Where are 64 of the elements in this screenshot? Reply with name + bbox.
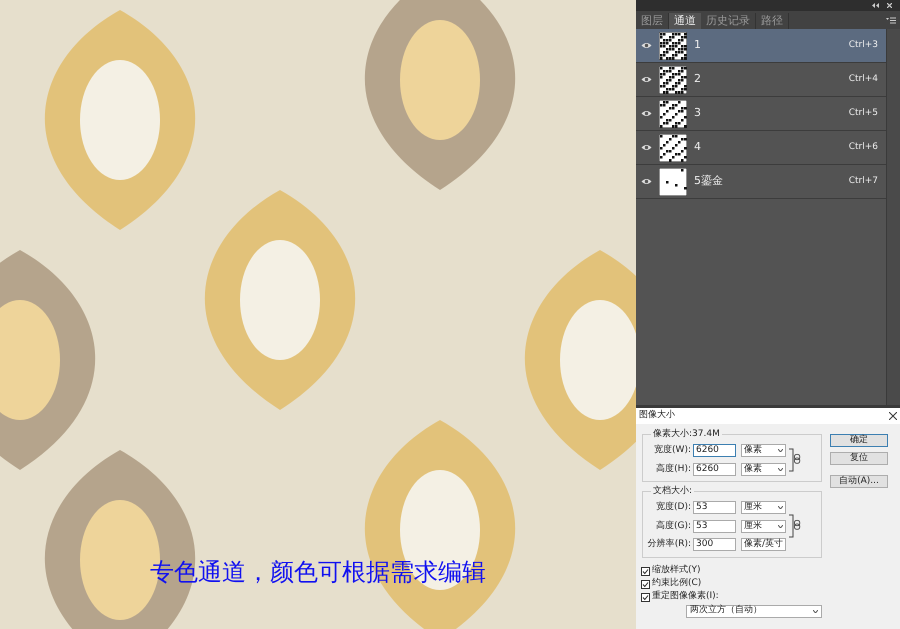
field-label: 高度(H):: [655, 462, 691, 476]
unit-select[interactable]: 像素: [741, 462, 786, 476]
link-icon[interactable]: [789, 448, 803, 472]
checkbox-label: 缩放样式(Y): [652, 564, 701, 578]
eye-icon[interactable]: [641, 178, 652, 185]
channel-name: 1: [694, 37, 702, 54]
channel-row[interactable]: 2 Ctrl+4: [636, 63, 886, 97]
shortcut-label: Ctrl+4: [848, 72, 878, 86]
dialog-title: 图像大小: [639, 409, 675, 422]
channel-name: 5鎏金: [694, 173, 724, 190]
channel-thumbnail: [659, 66, 687, 94]
link-icon[interactable]: [789, 514, 803, 538]
resample-select[interactable]: 两次立方（自动）: [686, 604, 822, 618]
unit-select[interactable]: 厘米: [741, 501, 786, 514]
value-field[interactable]: 6260: [693, 462, 736, 476]
scrollbar[interactable]: [886, 29, 900, 405]
caret-icon: [778, 524, 783, 528]
value-field[interactable]: 53: [693, 520, 736, 533]
caret-icon: [778, 468, 783, 471]
value-field[interactable]: 300: [693, 538, 736, 552]
channel-thumbnail: [659, 134, 687, 162]
panel-menu-icon[interactable]: [886, 17, 896, 24]
field-label: 宽度(D):: [655, 501, 691, 514]
checkbox-label: 重定图像像素(I):: [652, 590, 719, 604]
close-icon[interactable]: [889, 412, 897, 420]
checkbox[interactable]: [641, 566, 650, 576]
dialog-button[interactable]: 复位: [830, 452, 888, 465]
eye-icon[interactable]: [641, 76, 652, 83]
field-label: 高度(G):: [654, 520, 691, 532]
dialog-button[interactable]: 自动(A)...: [830, 475, 888, 488]
channel-name: 3: [694, 105, 702, 122]
caret-icon: [778, 449, 783, 452]
checkbox[interactable]: [641, 592, 650, 602]
caret-icon: [813, 610, 818, 612]
value-field[interactable]: 53: [693, 501, 736, 514]
collapse-icon[interactable]: [872, 3, 879, 8]
unit-select[interactable]: 厘米: [741, 520, 786, 533]
value-field[interactable]: 6260: [693, 444, 736, 458]
shortcut-label: Ctrl+7: [848, 174, 878, 188]
checkbox[interactable]: [641, 580, 650, 588]
shortcut-label: Ctrl+3: [848, 38, 878, 52]
caption: 专色通道，颜色可根据需求编辑: [150, 557, 486, 587]
channel-thumbnail: [659, 100, 687, 128]
eye-icon[interactable]: [641, 110, 652, 117]
channel-row[interactable]: 5鎏金 Ctrl+7: [636, 165, 886, 199]
unit-select[interactable]: 像素/英寸: [741, 538, 786, 552]
channel-thumbnail: [659, 168, 687, 196]
channel-name: 4: [694, 139, 702, 156]
dialog-button[interactable]: 确定: [830, 434, 888, 447]
panel-tab[interactable]: 通道: [669, 13, 701, 29]
field-label: 宽度(W):: [653, 444, 691, 457]
channel-row[interactable]: 1 Ctrl+3: [636, 29, 886, 63]
checkbox-label: 约束比例(C): [652, 577, 702, 590]
channel-row[interactable]: 3 Ctrl+5: [636, 97, 886, 131]
eye-icon[interactable]: [641, 42, 652, 49]
channel-row[interactable]: 4 Ctrl+6: [636, 131, 886, 165]
caret-icon: [778, 506, 783, 510]
field-label: 分辨率(R):: [647, 538, 691, 551]
channel-thumbnail: [659, 32, 687, 60]
shortcut-label: Ctrl+6: [848, 140, 878, 154]
unit-select[interactable]: 像素: [741, 444, 786, 458]
channel-name: 2: [694, 71, 702, 88]
shortcut-label: Ctrl+5: [848, 106, 878, 120]
eye-icon[interactable]: [641, 144, 652, 151]
